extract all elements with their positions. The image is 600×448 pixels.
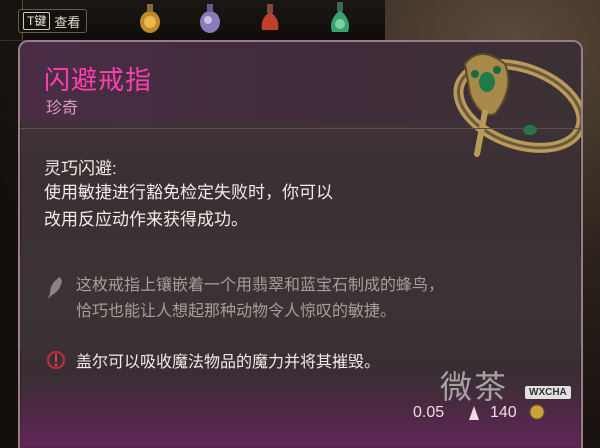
item-weight: 0.05	[413, 404, 445, 421]
inspect-label: 查看	[54, 14, 81, 30]
flavor-line: 这枚戒指上镶嵌着一个用翡翠和蓝宝石制成的蜂鸟，	[76, 277, 445, 294]
item-value: 140	[490, 404, 517, 421]
quill-icon	[48, 277, 62, 299]
ring-icon	[453, 53, 581, 157]
item-tooltip: 闪避戒指 珍奇 灵巧闪避: 使用敏捷进行豁免检定失败时，你可以 改用反应动作来获…	[18, 40, 583, 448]
key-hint: T键	[23, 12, 51, 30]
watermark-badge: WXCHA	[525, 386, 571, 399]
item-rarity: 珍奇	[46, 100, 79, 117]
warning-text: 盖尔可以吸收魔法物品的魔力并将其摧毁。	[76, 354, 381, 371]
potion-icon[interactable]	[248, 0, 292, 36]
effect-title: 灵巧闪避:	[44, 159, 117, 178]
inspect-button[interactable]: T键 查看	[18, 9, 88, 33]
flavor-section: 这枚戒指上镶嵌着一个用翡翠和蓝宝石制成的蜂鸟， 恰巧也能让人想起那种动物令人惊叹…	[20, 257, 581, 349]
divider	[20, 128, 581, 129]
quickbar: T键 查看	[0, 0, 385, 41]
effect-description: 使用敏捷进行豁免检定失败时，你可以 改用反应动作来获得成功。	[44, 179, 444, 233]
flavor-text: 这枚戒指上镶嵌着一个用翡翠和蓝宝石制成的蜂鸟， 恰巧也能让人想起那种动物令人惊叹…	[76, 273, 536, 325]
potion-icon[interactable]	[188, 0, 232, 36]
gold-coin-icon	[529, 404, 545, 420]
weight-icon	[469, 406, 479, 420]
potion-icon[interactable]	[318, 0, 362, 36]
potion-icon[interactable]	[128, 0, 172, 36]
item-name: 闪避戒指	[44, 66, 153, 96]
effect-line: 使用敏捷进行豁免检定失败时，你可以	[44, 183, 333, 202]
effect-line: 改用反应动作来获得成功。	[44, 210, 248, 229]
warning-icon	[47, 351, 65, 369]
flavor-line: 恰巧也能让人想起那种动物令人惊叹的敏捷。	[76, 303, 397, 320]
